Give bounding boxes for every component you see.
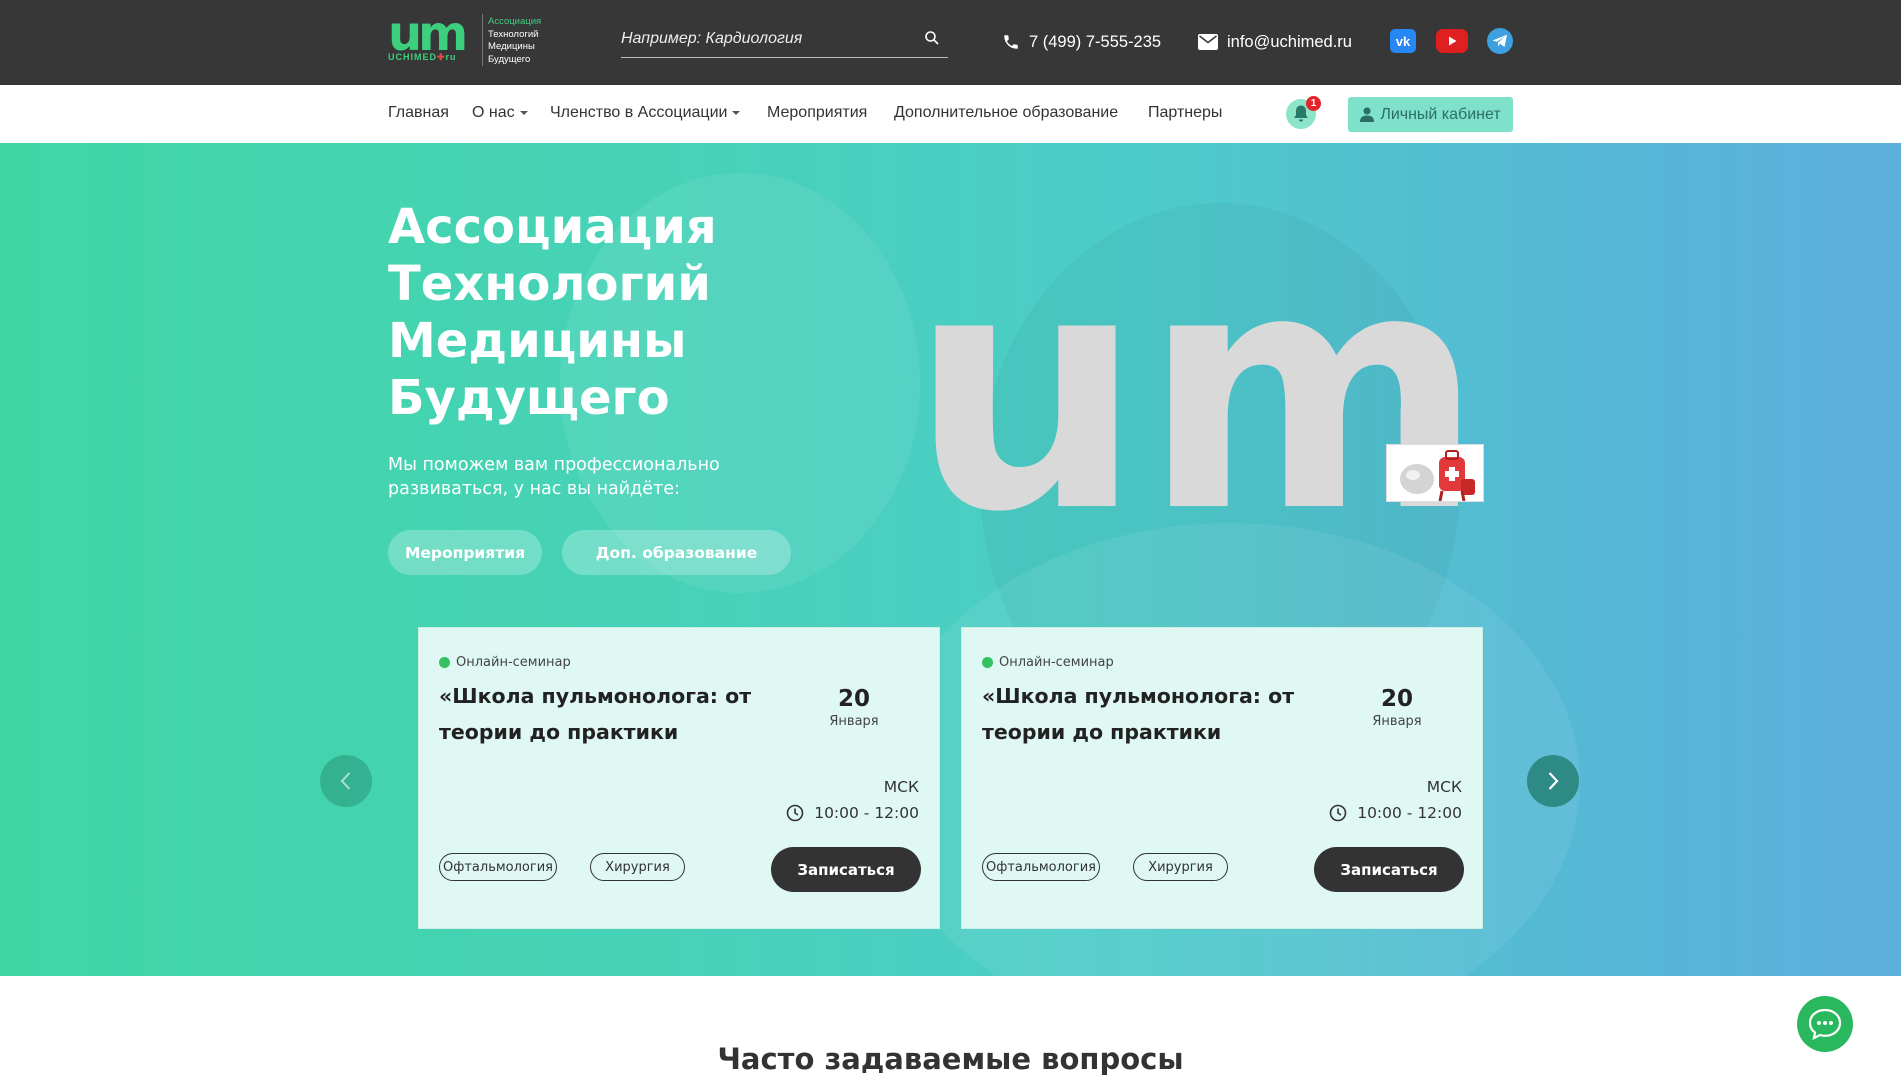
event-time: 10:00 - 12:00 [786,804,919,822]
logo-divider [482,14,483,66]
email-link[interactable]: info@uchimed.ru [1198,30,1352,54]
chevron-left-icon [340,772,351,790]
search-icon[interactable] [924,30,940,46]
event-type: Онлайн-семинар [439,655,571,670]
chat-bubble-icon [1808,1008,1842,1040]
top-bar: um UCHIMED✚ru Ассоциация Технологий Меди… [0,0,1901,85]
chat-button[interactable] [1797,996,1853,1052]
first-aid-kit-icon [1387,445,1483,501]
faq-title: Часто задаваемые вопросы [717,1042,1184,1076]
user-icon [1360,107,1375,122]
phone-link[interactable]: 7 (499) 7-555-235 [1002,30,1161,54]
search-input[interactable] [621,26,911,52]
logo-mark: um [388,6,468,62]
nav-item-events[interactable]: Мероприятия [767,104,867,122]
chevron-right-icon [1548,772,1559,790]
notification-badge: 1 [1306,96,1321,111]
event-timezone: МСК [1426,778,1462,796]
cabinet-button[interactable]: Личный кабинет [1348,97,1513,132]
event-time: 10:00 - 12:00 [1329,804,1462,822]
phone-icon [1004,35,1018,49]
logo-domain: UCHIMED✚ru [388,52,457,62]
hero-education-button[interactable]: Доп. образование [562,530,791,575]
play-icon [1449,36,1457,46]
event-tag[interactable]: Хирургия [590,853,685,881]
event-month: Января [1372,714,1422,729]
event-tag[interactable]: Хирургия [1133,853,1228,881]
nav-item-education[interactable]: Дополнительное образование [894,104,1118,122]
event-month: Января [829,714,879,729]
signup-button[interactable]: Записаться [771,847,921,892]
hero-events-button[interactable]: Мероприятия [388,530,542,575]
chevron-down-icon [519,111,528,115]
signup-button[interactable]: Записаться [1314,847,1464,892]
event-title: «Школа пульмонолога: от теории до практи… [439,684,752,744]
site-logo[interactable]: um UCHIMED✚ru Ассоциация Технологий Меди… [388,10,556,68]
hero-subtitle: Мы поможем вам профессионально развивать… [388,455,720,499]
telegram-icon[interactable] [1487,28,1513,54]
chevron-down-icon [732,111,741,115]
hero-section: Ассоциация Технологий Медицины Будущего … [0,143,1901,976]
youtube-icon[interactable] [1436,29,1468,53]
online-status-dot [439,657,450,668]
search-box [621,22,948,58]
event-type: Онлайн-семинар [982,655,1114,670]
event-card[interactable]: Онлайн-семинар «Школа пульмонолога: от т… [961,627,1483,929]
nav-item-home[interactable]: Главная [388,104,449,122]
mail-icon [1198,34,1218,50]
nav-item-membership[interactable]: Членство в Ассоциации [550,104,741,122]
main-nav: Главная О нас Членство в Ассоциации Меро… [0,85,1901,143]
event-day: 20 [837,686,870,712]
paper-plane-icon [1492,34,1507,47]
hero-title: Ассоциация Технологий Медицины Будущего [388,199,717,426]
event-timezone: МСК [883,778,919,796]
nav-item-partners[interactable]: Партнеры [1148,104,1222,122]
nav-item-about[interactable]: О нас [472,104,528,122]
event-title: «Школа пульмонолога: от теории до практи… [982,684,1295,744]
carousel-prev-button[interactable] [320,755,372,807]
vk-icon[interactable]: vk [1390,29,1416,53]
logo-text: Ассоциация Технологий Медицины Будущего [488,16,542,65]
carousel-next-button[interactable] [1527,755,1579,807]
phone-number: 7 (499) 7-555-235 [1029,32,1162,51]
event-day: 20 [1380,686,1413,712]
clock-icon [1329,804,1347,822]
first-aid-image [1386,444,1484,502]
clock-icon [786,804,804,822]
event-card[interactable]: Онлайн-семинар «Школа пульмонолога: от т… [418,627,940,929]
notifications-button[interactable]: 1 [1286,96,1321,129]
event-tag[interactable]: Офтальмология [982,853,1100,881]
email-address: info@uchimed.ru [1227,32,1352,51]
event-tag[interactable]: Офтальмология [439,853,557,881]
online-status-dot [982,657,993,668]
